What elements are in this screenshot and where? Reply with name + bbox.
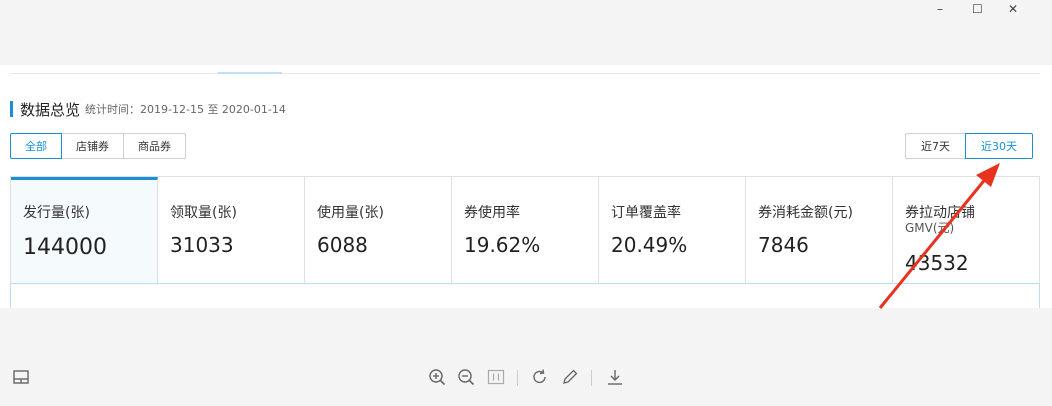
metric-card-store-gmv[interactable]: 券拉动店铺 GMV(元) 43532 [893, 177, 1039, 283]
metric-value: 7846 [758, 233, 809, 257]
toolbar-separator [517, 370, 518, 386]
metric-label: 券使用率 [464, 205, 520, 221]
metric-label: 领取量(张) [170, 205, 237, 221]
metric-sublabel: GMV(元) [905, 221, 955, 235]
overview-header: 数据总览 统计时间： 2019-12-15 至 2020-01-14 [10, 100, 286, 119]
metric-card-order-coverage[interactable]: 订单覆盖率 20.49% [599, 177, 746, 283]
zoom-in-icon[interactable] [428, 368, 446, 386]
tab-last-30-days[interactable]: 近30天 [965, 133, 1033, 159]
layout-icon[interactable] [12, 368, 30, 386]
metric-card-used[interactable]: 使用量(张) 6088 [305, 177, 452, 283]
metric-value: 6088 [317, 233, 368, 257]
title-accent-bar [10, 101, 13, 117]
rotate-icon[interactable] [531, 368, 549, 386]
metric-value: 20.49% [611, 233, 688, 257]
active-tab-indicator [218, 72, 282, 74]
metric-label: 发行量(张) [23, 205, 90, 221]
date-range-tabs: 近7天 近30天 [905, 133, 1033, 159]
tab-product-coupon[interactable]: 商品券 [123, 133, 186, 159]
metric-label: 使用量(张) [317, 205, 384, 221]
content-panel: 数据总览 统计时间： 2019-12-15 至 2020-01-14 全部 店铺… [0, 65, 1052, 308]
metric-value: 19.62% [464, 233, 541, 257]
metric-value: 31033 [170, 233, 234, 257]
metric-card-received[interactable]: 领取量(张) 31033 [158, 177, 305, 283]
stat-time-range: 2019-12-15 至 2020-01-14 [140, 103, 286, 116]
metric-card-issued[interactable]: 发行量(张) 144000 [11, 177, 158, 283]
metric-card-consumed-amount[interactable]: 券消耗金额(元) 7846 [746, 177, 893, 283]
metric-card-usage-rate[interactable]: 券使用率 19.62% [452, 177, 599, 283]
stat-time-label: 统计时间： [85, 103, 141, 116]
top-divider [10, 73, 1040, 74]
zoom-out-icon[interactable] [457, 368, 475, 386]
metric-value: 144000 [23, 235, 107, 260]
page-title: 数据总览 [20, 100, 81, 119]
metric-value: 43532 [905, 251, 969, 275]
download-icon[interactable] [606, 368, 624, 386]
tab-store-coupon[interactable]: 店铺券 [61, 133, 124, 159]
tab-all[interactable]: 全部 [10, 133, 62, 159]
metric-cards: 发行量(张) 144000 领取量(张) 31033 使用量(张) 6088 券… [10, 176, 1040, 283]
toolbar-separator [591, 370, 592, 386]
actual-size-icon[interactable] [487, 368, 505, 386]
metric-label: 订单覆盖率 [611, 205, 681, 221]
metric-label: 券消耗金额(元) [758, 205, 853, 221]
minimize-icon[interactable]: – [937, 2, 943, 16]
window-controls: – ☐ ✕ [932, 0, 1052, 18]
close-icon[interactable]: ✕ [1008, 2, 1018, 16]
chart-area [10, 283, 1040, 308]
edit-icon[interactable] [561, 368, 579, 386]
tab-last-7-days[interactable]: 近7天 [905, 133, 966, 159]
maximize-icon[interactable]: ☐ [972, 2, 983, 16]
coupon-type-tabs: 全部 店铺券 商品券 [10, 133, 186, 159]
viewer-toolbar [0, 308, 1052, 406]
metric-label: 券拉动店铺 [905, 205, 975, 221]
